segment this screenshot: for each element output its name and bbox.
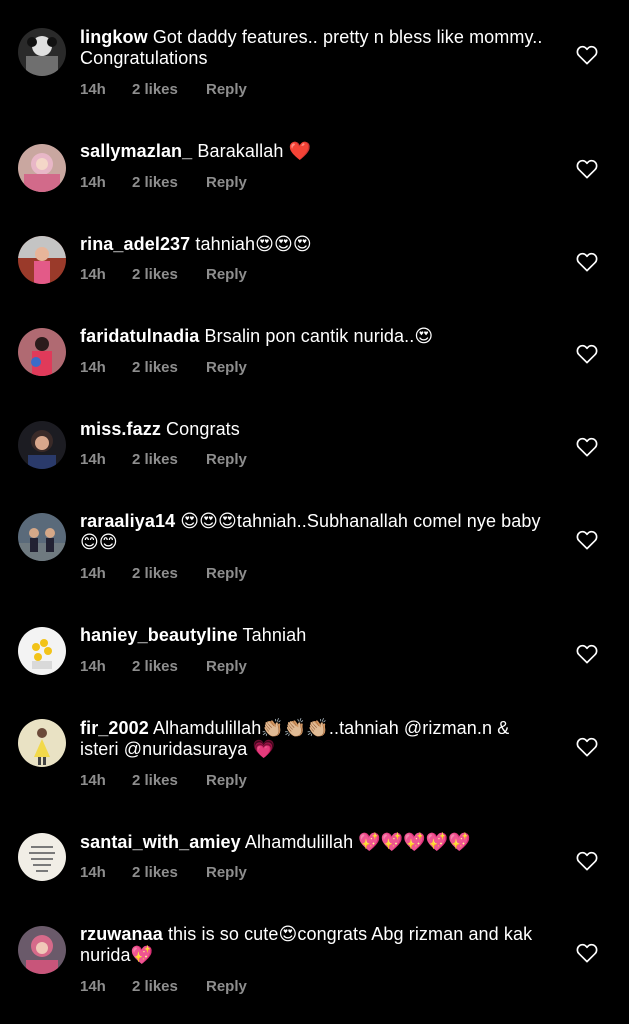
comment-time: 14h	[80, 565, 106, 582]
avatar[interactable]	[18, 719, 66, 767]
comment-meta: 14h 2 likes Reply	[80, 772, 247, 789]
comment-likes-count[interactable]: 2 likes	[132, 658, 206, 675]
comment-meta: 14h 2 likes Reply	[80, 565, 247, 582]
heart-outline-icon[interactable]	[576, 344, 598, 364]
comment-meta: 14h 2 likes Reply	[80, 266, 247, 283]
heart-outline-icon[interactable]	[576, 851, 598, 871]
comment-body: Alhamdulillah 💖💖💖💖💖	[244, 832, 471, 852]
comment-likes-count[interactable]: 2 likes	[132, 864, 206, 881]
username-link[interactable]: miss.fazz	[80, 419, 161, 439]
username-link[interactable]: rzuwanaa	[80, 924, 163, 944]
comment-text: sallymazlan_ Barakallah ❤️	[80, 141, 550, 162]
comment-likes-count[interactable]: 2 likes	[132, 266, 206, 283]
comment-time: 14h	[80, 772, 106, 789]
reply-button[interactable]: Reply	[206, 451, 247, 468]
heart-outline-icon[interactable]	[576, 159, 598, 179]
comment-body: tahniah😍😍😍	[195, 234, 312, 254]
avatar[interactable]	[18, 236, 66, 284]
avatar[interactable]	[18, 513, 66, 561]
comment-text: fir_2002 Alhamdulillah👏🏼👏🏼👏🏼..tahniah @r…	[80, 718, 550, 760]
username-link[interactable]: sallymazlan_	[80, 141, 192, 161]
comment-time: 14h	[80, 978, 106, 995]
username-link[interactable]: rina_adel237	[80, 234, 190, 254]
comment-body: Barakallah ❤️	[197, 141, 312, 161]
comment-meta: 14h 2 likes Reply	[80, 359, 247, 376]
comment-time: 14h	[80, 658, 106, 675]
reply-button[interactable]: Reply	[206, 266, 247, 283]
username-link[interactable]: raraaliya14	[80, 511, 175, 531]
comment-text: raraaliya14 😍😍😍tahniah..Subhanallah come…	[80, 511, 550, 553]
comment-likes-count[interactable]: 2 likes	[132, 81, 206, 98]
reply-button[interactable]: Reply	[206, 565, 247, 582]
heart-outline-icon[interactable]	[576, 737, 598, 757]
username-link[interactable]: lingkow	[80, 27, 148, 47]
comment-text: lingkow Got daddy features.. pretty n bl…	[80, 27, 550, 69]
comment-text: faridatulnadia Brsalin pon cantik nurida…	[80, 326, 550, 347]
username-link[interactable]: haniey_beautyline	[80, 625, 238, 645]
comment-body: Got daddy features.. pretty n bless like…	[80, 27, 543, 68]
comment-time: 14h	[80, 266, 106, 283]
avatar[interactable]	[18, 328, 66, 376]
comment-meta: 14h 2 likes Reply	[80, 81, 247, 98]
comment-body: Congrats	[166, 419, 240, 439]
comment-likes-count[interactable]: 2 likes	[132, 772, 206, 789]
heart-outline-icon[interactable]	[576, 45, 598, 65]
comment-meta: 14h 2 likes Reply	[80, 658, 247, 675]
comment-text: rina_adel237 tahniah😍😍😍	[80, 234, 550, 255]
comment-body: Brsalin pon cantik nurida..😍	[204, 326, 434, 346]
reply-button[interactable]: Reply	[206, 174, 247, 191]
username-link[interactable]: fir_2002	[80, 718, 149, 738]
comment-time: 14h	[80, 359, 106, 376]
comment-text: miss.fazz Congrats	[80, 419, 550, 440]
comment-likes-count[interactable]: 2 likes	[132, 359, 206, 376]
username-link[interactable]: santai_with_amiey	[80, 832, 241, 852]
username-link[interactable]: faridatulnadia	[80, 326, 199, 346]
comment-likes-count[interactable]: 2 likes	[132, 978, 206, 995]
comment-likes-count[interactable]: 2 likes	[132, 451, 206, 468]
comment-meta: 14h 2 likes Reply	[80, 174, 247, 191]
reply-button[interactable]: Reply	[206, 864, 247, 881]
avatar[interactable]	[18, 421, 66, 469]
reply-button[interactable]: Reply	[206, 658, 247, 675]
comment-time: 14h	[80, 174, 106, 191]
comment-time: 14h	[80, 864, 106, 881]
comment-likes-count[interactable]: 2 likes	[132, 565, 206, 582]
reply-button[interactable]: Reply	[206, 772, 247, 789]
comment-likes-count[interactable]: 2 likes	[132, 174, 206, 191]
avatar[interactable]	[18, 28, 66, 76]
comment-meta: 14h 2 likes Reply	[80, 978, 247, 995]
comment-meta: 14h 2 likes Reply	[80, 864, 247, 881]
heart-outline-icon[interactable]	[576, 437, 598, 457]
comment-text: rzuwanaa this is so cute😍congrats Abg ri…	[80, 924, 550, 966]
comment-body: Tahniah	[242, 625, 307, 645]
comment-meta: 14h 2 likes Reply	[80, 451, 247, 468]
heart-outline-icon[interactable]	[576, 943, 598, 963]
comment-text: haniey_beautyline Tahniah	[80, 625, 550, 646]
avatar[interactable]	[18, 144, 66, 192]
avatar[interactable]	[18, 926, 66, 974]
reply-button[interactable]: Reply	[206, 81, 247, 98]
comment-text: santai_with_amiey Alhamdulillah 💖💖💖💖💖	[80, 832, 550, 853]
heart-outline-icon[interactable]	[576, 644, 598, 664]
heart-outline-icon[interactable]	[576, 252, 598, 272]
reply-button[interactable]: Reply	[206, 978, 247, 995]
comment-time: 14h	[80, 81, 106, 98]
comment-time: 14h	[80, 451, 106, 468]
reply-button[interactable]: Reply	[206, 359, 247, 376]
avatar[interactable]	[18, 833, 66, 881]
avatar[interactable]	[18, 627, 66, 675]
heart-outline-icon[interactable]	[576, 530, 598, 550]
